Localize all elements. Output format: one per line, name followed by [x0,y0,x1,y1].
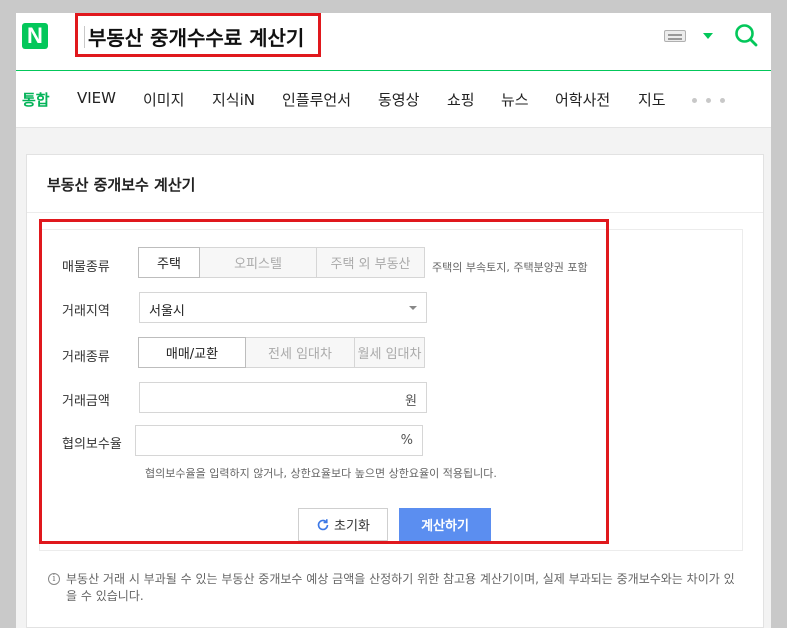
deal-type-selector: 매매/교환 전세 임대차 월세 임대차 [138,337,425,368]
search-query-text: 부동산 중개수수료 계산기 [88,26,305,50]
deal-type-monthly[interactable]: 월세 임대차 [354,337,425,368]
keyboard-icon[interactable] [664,30,686,42]
page: N 부동산 중개수수료 계산기 통합 VIEW 이미지 지식iN 인플루언서 동… [16,13,771,628]
divider [84,26,85,48]
region-select[interactable]: 서울시 [139,292,427,323]
property-type-selector: 주택 오피스텔 주택 외 부동산 [138,247,425,278]
region-label: 거래지역 [62,304,110,319]
search-tabs: 통합 VIEW 이미지 지식iN 인플루언서 동영상 쇼핑 뉴스 어학사전 지도 [16,71,771,128]
amount-input[interactable]: 원 [139,382,427,413]
tab-shopping[interactable]: 쇼핑 [447,89,475,110]
amount-unit: 원 [405,394,417,409]
rate-label: 협의보수율 [62,437,122,452]
property-type-hint: 주택의 부속토지, 주택분양권 포함 [432,261,588,274]
tab-video[interactable]: 동영상 [378,89,419,110]
deal-type-jeonse[interactable]: 전세 임대차 [245,337,355,368]
reset-button[interactable]: 초기화 [298,508,388,541]
deal-type-label: 거래종류 [62,350,110,365]
tab-integrated[interactable]: 통합 [22,89,50,110]
rate-hint: 협의보수율을 입력하지 않거나, 상한요율보다 높으면 상한요율이 적용됩니다. [145,467,497,480]
info-icon: i [48,573,60,585]
tab-images[interactable]: 이미지 [143,89,184,110]
rate-input[interactable]: % [135,425,423,456]
reset-button-label: 초기화 [334,519,370,534]
deal-type-sale[interactable]: 매매/교환 [138,337,246,368]
search-query-box[interactable]: 부동산 중개수수료 계산기 [75,13,321,57]
region-value: 서울시 [149,304,185,319]
calculate-button[interactable]: 계산하기 [399,508,491,541]
disclaimer-text: 부동산 거래 시 부과될 수 있는 부동산 중개보수 예상 금액을 산정하기 위… [66,572,735,603]
naver-logo[interactable]: N [22,23,48,49]
chevron-down-icon [409,306,417,310]
property-type-label: 매물종류 [62,260,110,275]
property-type-house[interactable]: 주택 [138,247,200,278]
search-header: N 부동산 중개수수료 계산기 [16,13,771,70]
divider [27,212,763,213]
chevron-down-icon[interactable] [703,33,713,39]
tab-dictionary[interactable]: 어학사전 [555,89,610,110]
tab-influencer[interactable]: 인플루언서 [282,89,351,110]
property-type-officetel[interactable]: 오피스텔 [199,247,317,278]
tab-news[interactable]: 뉴스 [501,89,529,110]
calculator-form-highlight: 매물종류 주택 오피스텔 주택 외 부동산 주택의 부속토지, 주택분양권 포함… [39,219,609,544]
property-type-other[interactable]: 주택 외 부동산 [316,247,425,278]
refresh-icon [317,518,329,530]
calculator-title: 부동산 중개보수 계산기 [47,176,196,194]
tab-map[interactable]: 지도 [638,89,666,110]
more-icon[interactable] [692,98,732,104]
tab-view[interactable]: VIEW [77,89,116,107]
amount-label: 거래금액 [62,394,110,409]
search-icon[interactable] [734,23,758,47]
tab-knowledge-in[interactable]: 지식iN [212,89,255,110]
rate-unit: % [400,433,413,448]
